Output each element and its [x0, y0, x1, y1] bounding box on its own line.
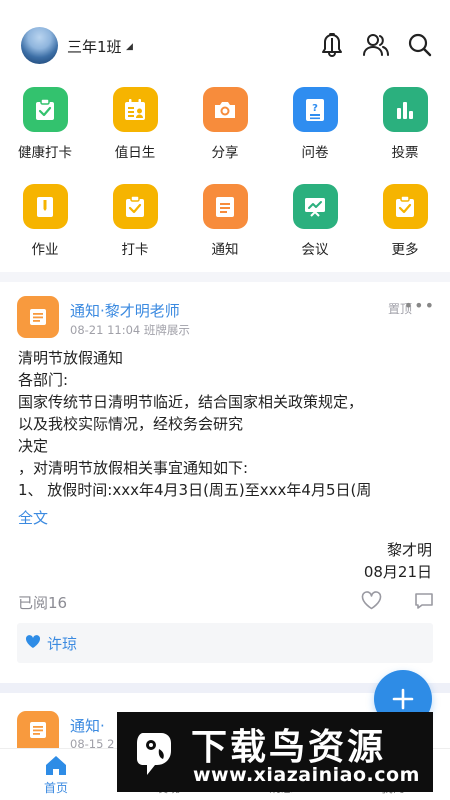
comment-icon[interactable]: [414, 592, 434, 614]
notice-doc-icon: [17, 711, 59, 749]
grid-label: 健康打卡: [18, 145, 72, 161]
class-avatar[interactable]: [21, 27, 58, 64]
post-body-line: 1、 放假时间:xxx年4月3日(周五)至xxx年4月5日(周: [18, 481, 372, 499]
grid-label: 会议: [301, 242, 329, 258]
meeting-board-icon: [292, 184, 338, 229]
post-title[interactable]: 通知·: [70, 715, 105, 736]
more-options-icon[interactable]: •••: [404, 296, 435, 315]
liker-name[interactable]: 许琼: [47, 633, 77, 654]
grid-label: 分享: [211, 145, 239, 161]
grid-item-checkin[interactable]: 打卡: [90, 184, 180, 258]
class-name[interactable]: 三年1班: [67, 36, 122, 57]
grid-label: 投票: [391, 145, 419, 161]
grid-item-notice[interactable]: 通知: [180, 184, 270, 258]
grid-item-share[interactable]: 分享: [180, 87, 270, 161]
grid-label: 打卡: [121, 242, 149, 258]
checkin-clipboard-icon: [112, 184, 158, 229]
svg-text:?: ?: [312, 103, 318, 114]
grid-label: 作业: [31, 242, 59, 258]
watermark-title: 下载鸟资源: [191, 727, 387, 768]
like-heart-icon[interactable]: [361, 591, 382, 614]
section-divider: [0, 272, 450, 282]
grid-item-questionnaire[interactable]: ? 问卷: [270, 87, 360, 161]
grid-item-duty[interactable]: 值日生: [90, 87, 180, 161]
grid-item-homework[interactable]: 作业: [0, 184, 90, 258]
post-body-line: 清明节放假通知: [18, 349, 124, 367]
post-body-line: 以及我校实际情况，经校务会研究: [18, 415, 244, 433]
signer-name: 黎才明: [386, 541, 432, 559]
grid-item-more[interactable]: 更多: [360, 184, 450, 258]
post-body-line: ，对清明节放假相关事宜通知如下:: [18, 459, 249, 477]
search-icon[interactable]: [406, 31, 434, 59]
grid-label: 问卷: [301, 145, 329, 161]
duty-calendar-icon: [112, 87, 158, 132]
camera-icon: [202, 87, 248, 132]
post-body-line: 各部门:: [18, 371, 69, 389]
signed-date: 08月21日: [363, 563, 432, 581]
questionnaire-icon: ?: [292, 87, 338, 132]
nav-item-home[interactable]: 首页: [21, 754, 91, 796]
home-icon: [46, 756, 66, 775]
class-switch-caret-icon[interactable]: ◢: [126, 42, 133, 52]
grid-item-meeting[interactable]: 会议: [270, 184, 360, 258]
post-body-line: 国家传统节日清明节临近，结合国家相关政策规定，: [18, 393, 364, 411]
liked-heart-icon: [25, 634, 41, 653]
grid-item-health-checkin[interactable]: 健康打卡: [0, 87, 90, 161]
bar-chart-icon: [382, 87, 428, 132]
notice-doc-icon: [202, 184, 248, 229]
post-title[interactable]: 通知·黎才明老师: [70, 300, 180, 321]
post-body-line: 决定: [18, 437, 49, 455]
top-bar: 三年1班 ◢: [0, 0, 450, 92]
people-icon[interactable]: [362, 31, 390, 59]
bell-icon[interactable]: [318, 31, 346, 59]
post-meta: 08-21 11:04 班牌展示: [70, 323, 190, 337]
grid-label: 值日生: [114, 145, 156, 161]
likers-list: 许琼: [17, 623, 433, 663]
grid-label: 更多: [391, 242, 419, 258]
bird-logo-icon: [129, 725, 179, 779]
watermark-banner: 下载鸟资源 www.xiazainiao.com: [117, 712, 433, 792]
post-body: 清明节放假通知 各部门: 国家传统节日清明节临近，结合国家相关政策规定， 以及我…: [18, 347, 438, 501]
plus-icon: [392, 688, 414, 710]
full-text-link[interactable]: 全文: [18, 507, 48, 528]
grid-item-vote[interactable]: 投票: [360, 87, 450, 161]
read-count[interactable]: 已阅16: [18, 592, 67, 613]
nav-label: 首页: [43, 781, 68, 795]
homework-book-icon: [22, 184, 68, 229]
health-check-icon: [22, 87, 68, 132]
grid-label: 通知: [211, 242, 239, 258]
more-clipboard-icon: [382, 184, 428, 229]
notice-doc-icon: [17, 296, 59, 338]
watermark-url: www.xiazainiao.com: [193, 764, 420, 786]
